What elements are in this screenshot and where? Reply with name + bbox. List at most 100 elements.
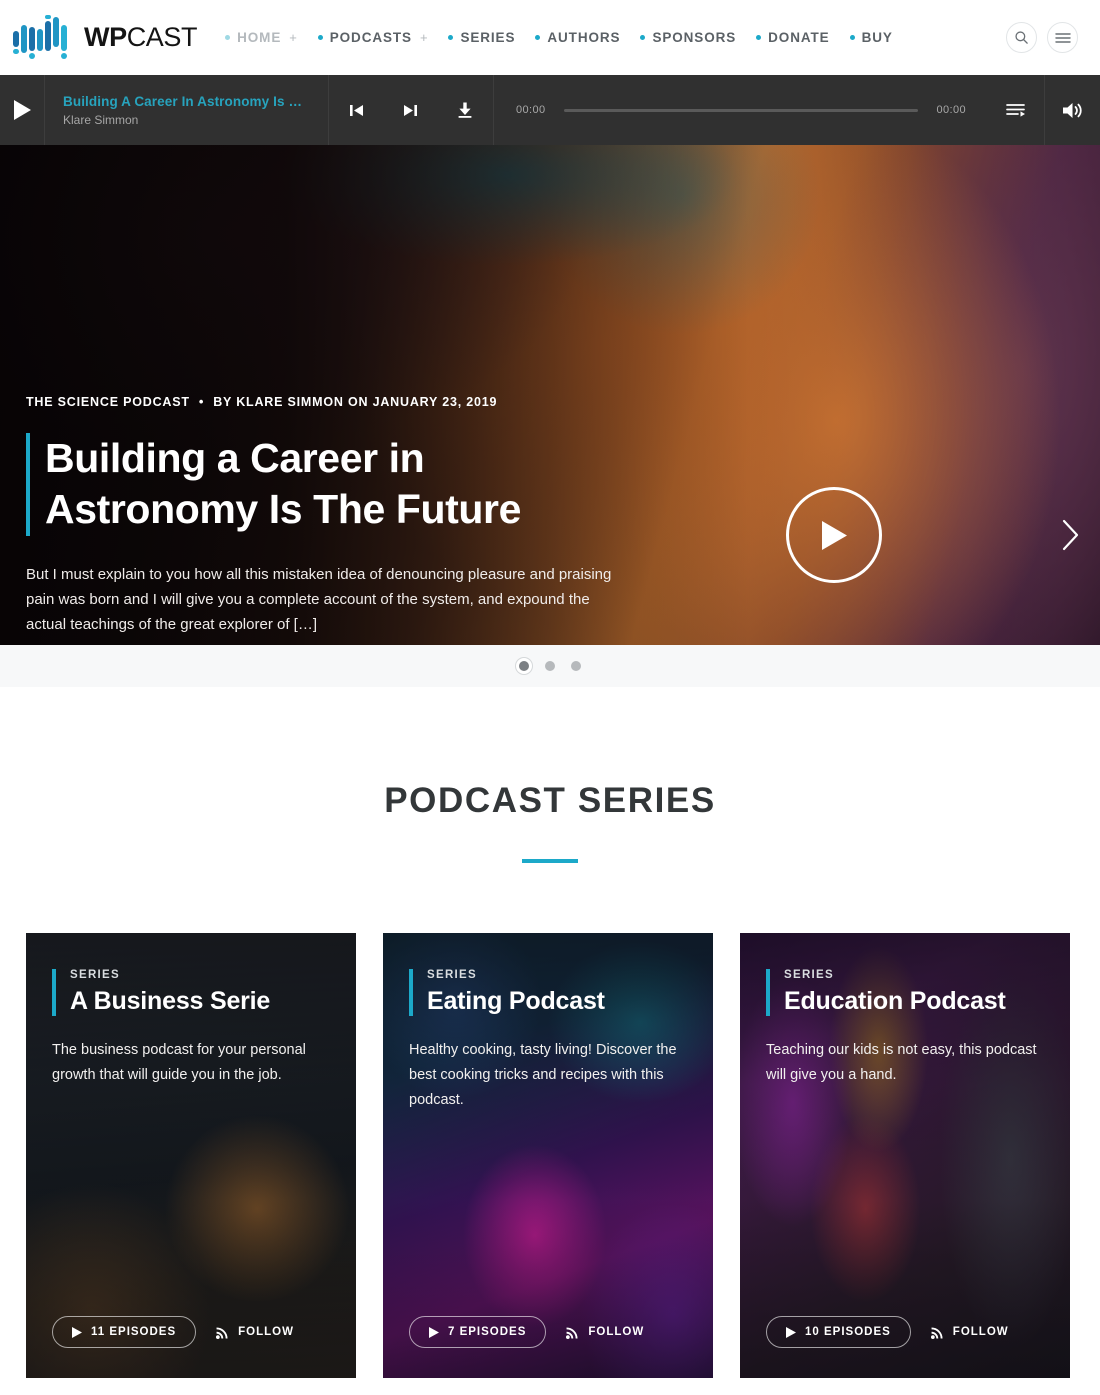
hamburger-menu-icon (1054, 32, 1071, 43)
nav-item-home[interactable]: HOME + (225, 30, 298, 45)
slider-dot-1[interactable] (519, 661, 529, 671)
bullet-icon (640, 35, 646, 40)
slider-dot-3[interactable] (571, 661, 581, 671)
player-current-time: 00:00 (516, 104, 546, 116)
header-actions (1006, 22, 1078, 53)
player-play-button[interactable] (0, 75, 44, 145)
nav-item-series[interactable]: SERIES (448, 30, 515, 45)
play-icon (786, 1326, 796, 1338)
series-card[interactable]: SERIES A Business Serie The business pod… (26, 933, 356, 1378)
chevron-right-icon (1062, 519, 1079, 551)
series-card[interactable]: SERIES Education Podcast Teaching our ki… (740, 933, 1070, 1378)
follow-label: FOLLOW (952, 1326, 1009, 1338)
player-right-actions (988, 75, 1100, 145)
card-content: SERIES Eating Podcast Healthy cooking, t… (383, 933, 713, 1378)
card-head: SERIES Education Podcast (766, 969, 1044, 1016)
meta-separator: • (198, 394, 205, 409)
player-controls (329, 75, 494, 145)
card-footer: 7 EPISODES FOLLOW (409, 1316, 687, 1348)
nav-item-authors[interactable]: AUTHORS (535, 30, 620, 45)
card-title[interactable]: Eating Podcast (427, 987, 687, 1016)
menu-button[interactable] (1047, 22, 1078, 53)
play-icon (13, 100, 31, 120)
site-header: WPCAST HOME + PODCASTS + SERIES AUTHORS … (0, 0, 1100, 75)
nav-item-label: BUY (861, 30, 893, 45)
brand-name-wp: WP (84, 22, 127, 52)
slider-dot-2[interactable] (545, 661, 555, 671)
episodes-button[interactable]: 10 EPISODES (766, 1316, 911, 1348)
search-icon (1015, 31, 1028, 44)
series-card-grid: SERIES A Business Serie The business pod… (0, 933, 1100, 1378)
follow-button[interactable]: FOLLOW (216, 1326, 294, 1339)
hero-next-slide-button[interactable] (1048, 513, 1092, 557)
hero-title-wrap: Building a Career in Astronomy Is The Fu… (26, 433, 726, 536)
volume-icon (1063, 102, 1082, 118)
brand-name: WPCAST (84, 22, 198, 53)
card-title[interactable]: Education Podcast (784, 987, 1044, 1016)
nav-item-label: PODCASTS (329, 30, 412, 45)
card-kicker: SERIES (784, 969, 834, 981)
rss-icon (930, 1326, 943, 1339)
player-track-info: Building A Career In Astronomy Is The Fu… (44, 75, 329, 145)
bullet-icon (535, 35, 541, 40)
waveform-logo-icon (13, 14, 67, 59)
card-kicker: SERIES (427, 969, 477, 981)
nav-item-label: SPONSORS (652, 30, 737, 45)
series-card[interactable]: SERIES Eating Podcast Healthy cooking, t… (383, 933, 713, 1378)
podcast-series-section: PODCAST SERIES SERIES A Business Serie T… (0, 687, 1100, 1378)
episodes-button[interactable]: 7 EPISODES (409, 1316, 547, 1348)
previous-track-button[interactable] (348, 102, 365, 119)
hero-title[interactable]: Building a Career in Astronomy Is The Fu… (45, 433, 645, 536)
nav-item-label: SERIES (460, 30, 516, 45)
card-footer: 10 EPISODES FOLLOW (766, 1316, 1044, 1348)
rss-icon (566, 1326, 578, 1339)
card-content: SERIES Education Podcast Teaching our ki… (740, 933, 1070, 1378)
card-footer: 11 EPISODES FOLLOW (52, 1316, 330, 1348)
episodes-label: 7 EPISODES (448, 1326, 527, 1338)
card-head: SERIES Eating Podcast (409, 969, 687, 1016)
nav-item-podcasts[interactable]: PODCASTS + (317, 30, 429, 45)
nav-item-buy[interactable]: BUY (849, 30, 893, 45)
episodes-label: 11 EPISODES (91, 1326, 177, 1338)
hero-play-button[interactable] (786, 487, 882, 583)
follow-button[interactable]: FOLLOW (566, 1326, 644, 1339)
episodes-label: 10 EPISODES (805, 1326, 891, 1338)
brand-name-cast: CAST (126, 22, 198, 52)
card-description: The business podcast for your personal g… (52, 1042, 306, 1084)
bullet-icon (225, 35, 231, 40)
play-icon (429, 1326, 439, 1338)
download-button[interactable] (456, 101, 474, 119)
nav-item-sponsors[interactable]: SPONSORS (640, 30, 736, 45)
hero-description: But I must explain to you how all this m… (26, 565, 612, 633)
nav-item-label: HOME (237, 30, 282, 45)
playlist-button[interactable] (988, 75, 1044, 145)
next-track-button[interactable] (402, 102, 419, 119)
bullet-icon (756, 35, 762, 40)
card-head: SERIES A Business Serie (52, 969, 330, 1016)
player-progress-bar[interactable] (563, 108, 919, 112)
episodes-button[interactable]: 11 EPISODES (52, 1316, 197, 1348)
search-button[interactable] (1006, 22, 1037, 53)
player-track-title[interactable]: Building A Career In Astronomy Is The Fu… (63, 94, 310, 109)
card-content: SERIES A Business Serie The business pod… (26, 933, 356, 1378)
volume-button[interactable] (1044, 75, 1100, 145)
section-title: PODCAST SERIES (384, 781, 716, 820)
hero-meta: THE SCIENCE PODCAST • BY KLARE SIMMON ON… (26, 394, 726, 409)
plus-icon: + (419, 30, 429, 45)
hero-category[interactable]: THE SCIENCE PODCAST (26, 395, 190, 409)
rss-icon (216, 1326, 228, 1339)
player-progress-area: 00:00 00:00 (494, 75, 988, 145)
nav-item-label: DONATE (768, 30, 830, 45)
hero-byline[interactable]: BY KLARE SIMMON ON JANUARY 23, 2019 (213, 395, 497, 409)
follow-label: FOLLOW (588, 1326, 645, 1338)
card-description: Teaching our kids is not easy, this podc… (766, 1042, 1037, 1084)
plus-icon: + (289, 30, 298, 45)
brand-logo[interactable]: WPCAST (12, 14, 198, 61)
nav-item-donate[interactable]: DONATE (756, 30, 829, 45)
player-track-author: Klare Simmon (63, 112, 139, 127)
follow-button[interactable]: FOLLOW (930, 1326, 1009, 1339)
card-title[interactable]: A Business Serie (70, 987, 330, 1016)
hero-content: THE SCIENCE PODCAST • BY KLARE SIMMON ON… (26, 145, 726, 645)
player-total-time: 00:00 (936, 104, 966, 116)
nav-item-label: AUTHORS (547, 30, 621, 45)
